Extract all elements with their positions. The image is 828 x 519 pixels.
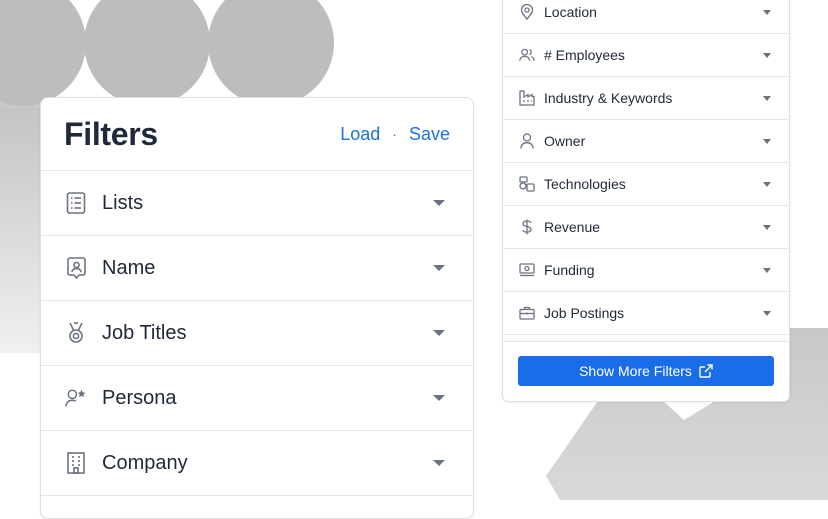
filter-actions: Load · Save — [340, 124, 450, 145]
show-more-filters-button[interactable]: Show More Filters — [518, 356, 774, 386]
show-more-filters-label: Show More Filters — [579, 363, 692, 379]
chevron-down-icon — [433, 460, 445, 466]
filter-item-industry-keywords[interactable]: Industry & Keywords — [503, 77, 789, 120]
filter-item-persona[interactable]: Persona — [41, 366, 473, 431]
chevron-down-icon — [763, 224, 771, 230]
dollar-icon — [519, 219, 535, 235]
building-icon — [65, 452, 87, 474]
filter-item-label: Industry & Keywords — [544, 90, 673, 106]
filter-item-label: Technologies — [544, 176, 626, 192]
filter-item-technologies[interactable]: Technologies — [503, 163, 789, 206]
users-icon — [519, 47, 535, 63]
save-button[interactable]: Save — [409, 124, 450, 145]
person-star-icon — [65, 387, 87, 409]
filter-item-label: Owner — [544, 133, 586, 149]
chevron-down-icon — [433, 395, 445, 401]
filter-item-funding[interactable]: Funding — [503, 249, 789, 292]
id-badge-icon — [65, 257, 87, 279]
chevron-down-icon — [763, 95, 771, 101]
chevron-down-icon — [433, 265, 445, 271]
filter-item-label: Persona — [102, 386, 177, 409]
factory-icon — [519, 90, 535, 106]
filter-item-label: Location — [544, 4, 597, 20]
filter-item-owner[interactable]: Owner — [503, 120, 789, 163]
filter-item-label: Funding — [544, 262, 595, 278]
filter-item-label: Job Postings — [544, 305, 625, 321]
filter-item-revenue[interactable]: Revenue — [503, 206, 789, 249]
page-title: Filters — [64, 115, 158, 152]
list-icon — [65, 192, 87, 214]
technologies-icon — [519, 176, 535, 192]
briefcase-icon — [519, 305, 535, 321]
more-filters-footer: Show More Filters — [503, 341, 789, 400]
filter-item-label: Revenue — [544, 219, 601, 235]
background-shape — [0, 108, 40, 353]
background-circle — [208, 0, 334, 106]
chevron-down-icon — [763, 310, 771, 316]
map-pin-icon — [519, 4, 535, 20]
chevron-down-icon — [763, 267, 771, 273]
external-link-icon — [699, 364, 713, 378]
filter-item-company[interactable]: Company — [41, 431, 473, 496]
filter-item-label: # Employees — [544, 47, 625, 63]
chevron-down-icon — [763, 181, 771, 187]
background-circle — [84, 0, 210, 106]
filter-item-location[interactable]: Location — [503, 0, 789, 34]
separator-dot: · — [392, 126, 397, 142]
filter-item-job-titles[interactable]: Job Titles — [41, 301, 473, 366]
filter-item-label: Name — [102, 256, 156, 279]
filters-header: Filters Load · Save — [41, 98, 473, 171]
chevron-down-icon — [763, 9, 771, 15]
banknote-icon — [519, 262, 535, 278]
filter-item-employees[interactable]: # Employees — [503, 34, 789, 77]
background-circle — [0, 0, 86, 106]
filter-item-job-postings[interactable]: Job Postings — [503, 292, 789, 335]
filters-panel: Filters Load · Save Lists Name Job Title… — [40, 97, 474, 519]
filter-item-lists[interactable]: Lists — [41, 171, 473, 236]
filter-item-label: Job Titles — [102, 321, 187, 344]
medal-icon — [65, 322, 87, 344]
chevron-down-icon — [433, 200, 445, 206]
filter-item-label: Lists — [102, 191, 144, 214]
load-button[interactable]: Load — [340, 124, 380, 145]
user-icon — [519, 133, 535, 149]
filter-item-name[interactable]: Name — [41, 236, 473, 301]
chevron-down-icon — [763, 52, 771, 58]
chevron-down-icon — [763, 138, 771, 144]
filter-item-label: Company — [102, 451, 188, 474]
chevron-down-icon — [433, 330, 445, 336]
more-filters-panel: Location # Employees Industry & Keywords — [502, 0, 790, 402]
